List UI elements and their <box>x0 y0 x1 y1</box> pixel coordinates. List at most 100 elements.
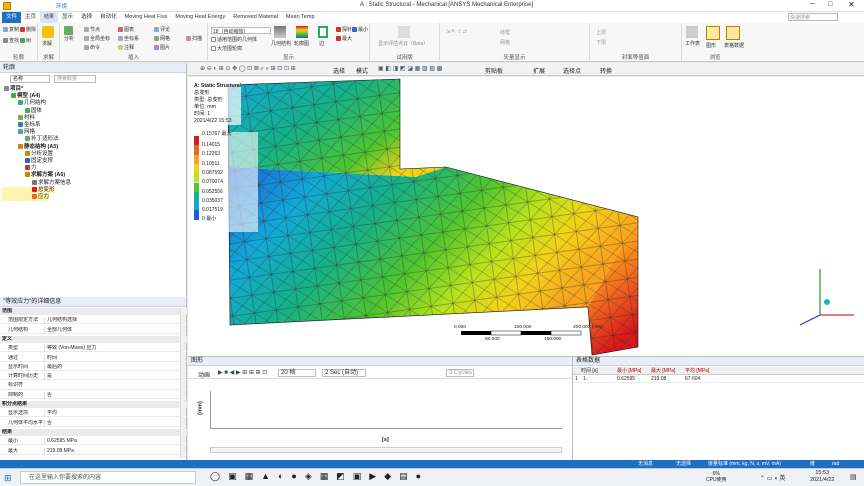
name-filter[interactable]: 名称 <box>10 75 50 83</box>
start-icon[interactable]: ⊞ <box>4 473 12 484</box>
analysis-button[interactable]: 分析 <box>64 26 74 42</box>
lower-button[interactable]: 下限 <box>596 39 606 46</box>
tree-node[interactable]: 总变形 <box>2 186 55 194</box>
tab-3[interactable]: 显示 <box>58 12 77 23</box>
outline-search-input[interactable]: 搜索概要 <box>54 75 96 83</box>
worksheet-button[interactable]: 工作表 <box>685 40 700 47</box>
details-section[interactable]: 定义 <box>0 335 187 344</box>
solve-button[interactable]: 求解 <box>42 40 52 47</box>
geometry-display-button[interactable]: 几何结构 <box>271 40 291 47</box>
wireframe-button[interactable]: 线框 <box>500 29 510 36</box>
graphics-viewport[interactable]: A: Static Structural 总变形 类型: 总变形 单位: mm … <box>188 77 864 356</box>
graph-plot-area[interactable] <box>210 391 562 429</box>
select-menu[interactable]: 选择 <box>333 66 345 75</box>
chart-button[interactable]: 图表 <box>118 26 134 33</box>
mesh-button[interactable]: 网格 <box>154 35 170 42</box>
tree-node[interactable]: 求解方案 (A6) <box>2 172 65 179</box>
graph-scrollbar[interactable] <box>210 447 562 453</box>
tree-node[interactable]: 求解方案信息 <box>2 180 71 187</box>
solve-icon[interactable] <box>42 26 54 38</box>
tree-node[interactable]: 补丁适形法 <box>2 136 59 143</box>
tab-8[interactable]: Removed Material <box>229 12 282 23</box>
units-status[interactable]: 度量标准 (mm, kg, N, s, mV, mA) <box>708 460 781 468</box>
quick-search-input[interactable]: 快速搜索 <box>788 13 838 21</box>
geometry-display-icon[interactable] <box>274 26 286 38</box>
tree-node[interactable]: 几何结构 <box>2 100 46 107</box>
taskbar-search[interactable]: 在这里输入你要搜索的内容 <box>20 471 196 484</box>
worksheet-icon[interactable] <box>686 26 698 38</box>
contour-icon[interactable] <box>296 26 308 38</box>
vector-controls[interactable]: ⇲ ⇱ ⇳ ⇄ <box>446 29 467 35</box>
details-section[interactable]: 范围 <box>0 308 187 316</box>
cycles-dropdown[interactable]: 3 Cycles <box>446 369 474 377</box>
find-button[interactable]: 查找 <box>3 37 19 44</box>
close-icon[interactable]: ✕ <box>848 0 855 9</box>
col-avg[interactable]: 平均 [MPa] <box>685 367 709 375</box>
messages-status[interactable]: 无消息 <box>638 460 653 468</box>
col-time[interactable]: 时间 [s] <box>581 367 598 375</box>
min-button[interactable]: 最小 <box>352 26 368 33</box>
max-button[interactable]: 最大 <box>336 35 352 42</box>
play-controls[interactable]: ▶ ■ ◀ ▶ ⊞ ⊞ ⊞ ⊡ <box>218 369 267 376</box>
angular-velocity-status[interactable]: rad <box>832 460 839 468</box>
maximize-icon[interactable]: □ <box>828 1 832 8</box>
tree-button[interactable]: 树 <box>20 37 31 44</box>
contour-button[interactable]: 轮廓图 <box>294 40 309 47</box>
tab-5[interactable]: 自动化 <box>96 12 121 23</box>
property-value[interactable]: 最后的 <box>44 363 179 371</box>
tab-6[interactable]: Moving Heat Flux <box>121 12 172 23</box>
comment-button[interactable]: 评论 <box>154 26 170 33</box>
tab-9[interactable]: Mean Temp <box>282 12 319 23</box>
probe-button[interactable]: 探针 <box>336 26 352 33</box>
col-max[interactable]: 最大 [MPa] <box>651 367 675 375</box>
property-value[interactable]: 是 <box>44 373 179 381</box>
model-view[interactable] <box>188 77 864 356</box>
notification-icon[interactable]: ▤ <box>850 473 857 481</box>
copy-button[interactable]: 复制 <box>3 26 19 33</box>
coordinate-system-button[interactable]: 坐标系 <box>118 35 139 42</box>
property-value[interactable]: 0.62595 MPa <box>44 438 179 446</box>
point-cloud-icon[interactable] <box>398 26 410 38</box>
property-value[interactable]: 几何结构选择 <box>44 317 179 325</box>
details-scrollbar[interactable] <box>180 308 186 458</box>
tab-1[interactable]: 主页 <box>21 12 40 23</box>
large-contour-toggle[interactable]: 大范围轮廓 <box>211 45 242 52</box>
details-section[interactable]: 积分点结果 <box>0 401 187 409</box>
nodes-button[interactable]: 节点 <box>84 26 100 33</box>
taskbar-apps[interactable]: ◯▣▦▲◐●◈▦◩▣▶◆▤● <box>210 471 429 482</box>
annotation-button[interactable]: 注释 <box>118 44 134 51</box>
details-section[interactable]: 结果 <box>0 428 187 437</box>
tree-node[interactable]: 固体 <box>2 108 42 115</box>
mode-menu[interactable]: 模式 <box>356 66 368 75</box>
global-coord-button[interactable]: 全局坐标 <box>84 35 110 42</box>
property-value[interactable]: 平均 <box>44 410 179 418</box>
tab-2[interactable]: 结果 <box>40 12 59 23</box>
extend-menu[interactable]: 扩展 <box>533 66 545 75</box>
image-button[interactable]: 图片 <box>154 44 170 51</box>
contour-legend[interactable]: 0.15767 最大 0.14015 0.12263 0.10511 0.087592 0… <box>188 132 258 232</box>
scoped-geometry-toggle[interactable]: 适用范围的几何体 <box>211 36 257 43</box>
edges-icon[interactable] <box>318 26 328 38</box>
clipboard-menu[interactable]: 剪贴板 <box>485 66 503 75</box>
duration-dropdown[interactable]: 2 Sec (自动) <box>322 369 366 377</box>
frames-dropdown[interactable]: 20 帧 <box>278 369 316 377</box>
angle-status[interactable]: 度 <box>810 460 815 468</box>
col-min[interactable]: 最小 [MPa] <box>617 367 641 375</box>
tab-0[interactable]: 文件 <box>2 12 22 23</box>
graph-icon[interactable] <box>706 26 720 40</box>
property-value[interactable]: 否 <box>44 391 179 399</box>
scale-dropdown[interactable]: 18（自动缩放） <box>211 27 271 35</box>
context-tab-label[interactable]: 环境 <box>56 2 67 10</box>
property-value[interactable]: 全部几何体 <box>44 326 179 334</box>
property-value[interactable]: 219.08 MPa <box>44 447 179 455</box>
sweep-button[interactable]: 扫描 <box>186 35 202 42</box>
delete-button[interactable]: 删除 <box>20 26 36 33</box>
tree-node[interactable]: 静态结构 (A5) <box>2 144 58 151</box>
vector-mesh-button[interactable]: 网格 <box>500 39 510 46</box>
convert-menu[interactable]: 转换 <box>600 66 612 75</box>
upper-button[interactable]: 上限 <box>596 29 606 36</box>
tree-node[interactable]: 项目* <box>2 86 23 93</box>
clock[interactable]: 15:53 2021/4/22 <box>810 470 834 484</box>
tray-icons[interactable]: ⌃ ▭ ◖ 英 <box>760 473 785 482</box>
selection-filters[interactable]: ▣ ◧ ◨ ◩ ◪ ▦ ▧ ▨ ▩ <box>378 65 442 72</box>
